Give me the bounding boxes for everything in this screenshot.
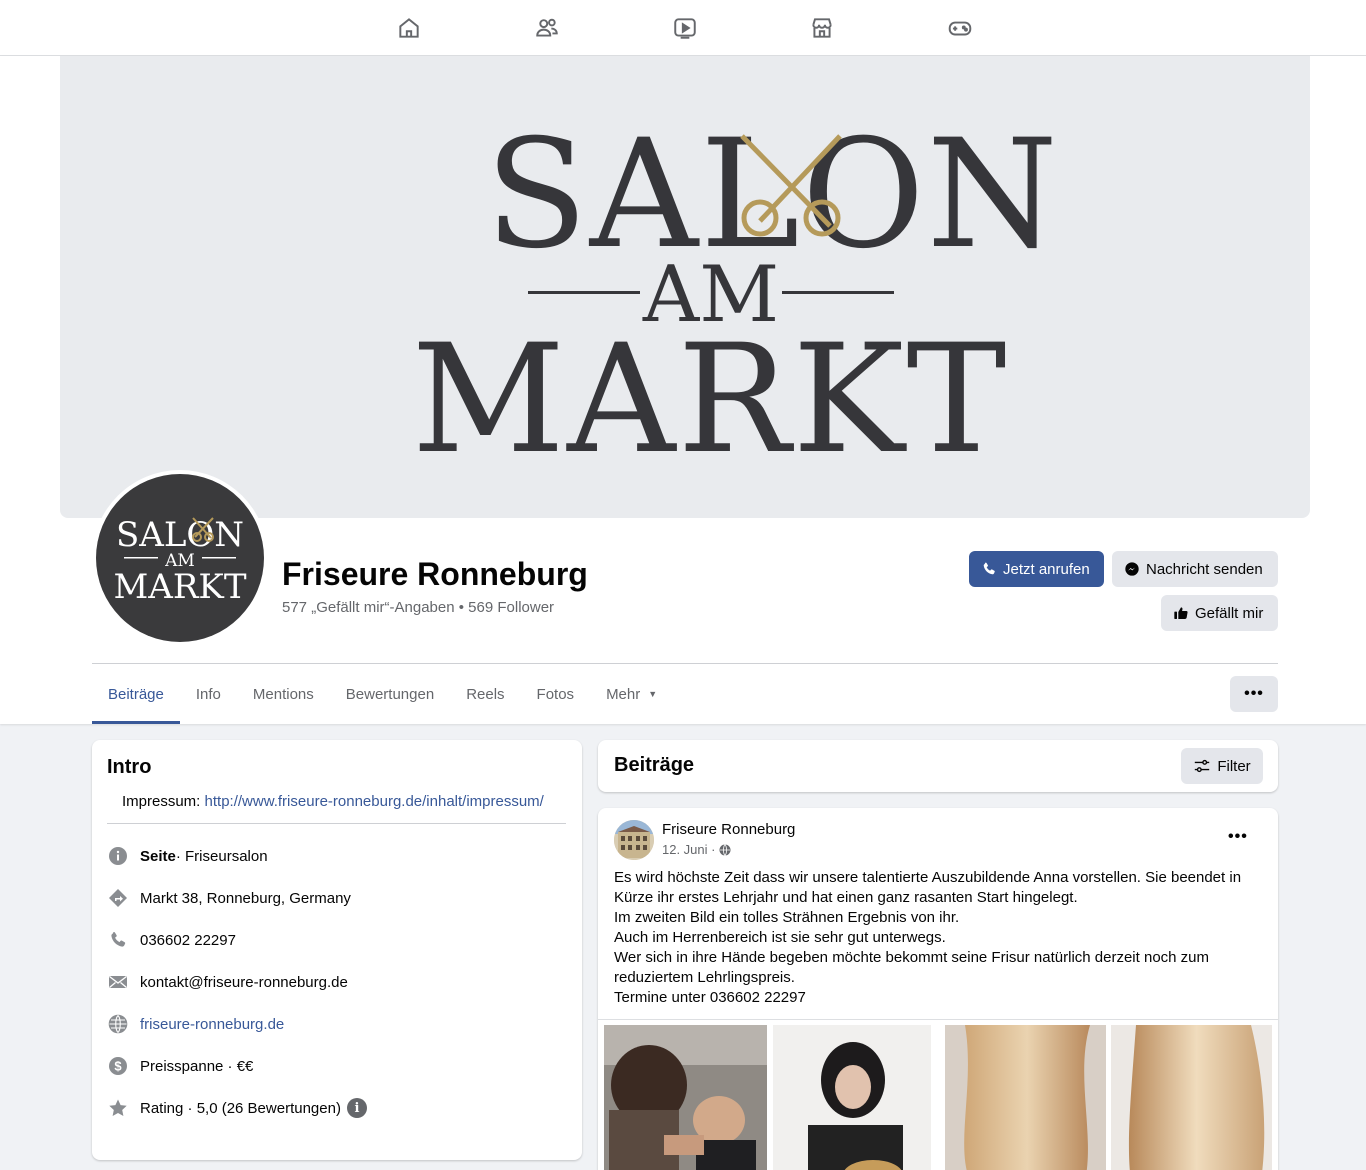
post-image[interactable] — [604, 1025, 767, 1170]
globe-icon — [107, 1013, 129, 1035]
tab-label: Info — [195, 685, 221, 703]
post-date: 12. Juni · — [662, 842, 731, 857]
post-card: Friseure Ronneburg 12. Juni · ••• Es wir… — [598, 808, 1278, 1170]
tab-label: Beiträge — [108, 685, 164, 703]
email-text: kontakt@friseure-ronneburg.de — [140, 973, 348, 991]
intro-card: Intro Impressum: http://www.friseure-ron… — [92, 740, 582, 1160]
globe-icon — [719, 843, 731, 856]
price-text: Preisspanne · €€ — [140, 1057, 254, 1075]
post-line: Termine unter 036602 22297 — [614, 989, 806, 1006]
post-image[interactable] — [773, 1025, 931, 1170]
message-button-label: Nachricht senden — [1146, 560, 1263, 578]
tab-bewertungen[interactable]: Bewertungen — [330, 664, 450, 724]
impressum: Impressum: http://www.friseure-ronneburg… — [122, 793, 544, 810]
more-options-button[interactable]: ••• — [1230, 676, 1278, 712]
thumbs-up-icon — [1174, 607, 1188, 619]
page-stats: 577 „Gefällt mir“-Angaben • 569 Follower — [282, 599, 555, 616]
post-author-avatar[interactable] — [614, 820, 654, 860]
tab-label: Fotos — [536, 685, 575, 703]
info-price: $ Preisspanne · €€ — [107, 1054, 253, 1078]
info-icon — [107, 845, 129, 867]
top-navigation — [0, 0, 1366, 56]
caret-down-icon: ▼ — [648, 689, 658, 699]
filter-button[interactable]: Filter — [1181, 748, 1263, 784]
rating-info-icon[interactable]: i — [346, 1098, 367, 1118]
star-icon — [107, 1097, 129, 1119]
intro-divider — [107, 823, 566, 824]
info-phone[interactable]: 036602 22297 — [107, 928, 236, 952]
post-image[interactable] — [1111, 1025, 1272, 1170]
directions-icon — [107, 887, 129, 909]
page-avatar[interactable]: SALON AM MARKT — [92, 470, 268, 646]
post-line: Wer sich in ihre Hände begeben möchte be… — [614, 949, 1210, 986]
info-email[interactable]: kontakt@friseure-ronneburg.de — [107, 970, 348, 994]
call-button[interactable]: Jetzt anrufen — [969, 551, 1104, 587]
like-button-label: Gefällt mir — [1195, 604, 1264, 622]
tab-info[interactable]: Info — [180, 664, 237, 724]
website-link: friseure-ronneburg.de — [140, 1015, 285, 1033]
like-button[interactable]: Gefällt mir — [1161, 595, 1278, 631]
tab-beitraege[interactable]: Beiträge — [92, 664, 180, 724]
rating-text: Rating · 5,0 (26 Bewertungen) — [140, 1099, 341, 1117]
message-button[interactable]: Nachricht senden — [1112, 551, 1278, 587]
tab-fotos[interactable]: Fotos — [521, 664, 591, 724]
info-address[interactable]: Markt 38, Ronneburg, Germany — [107, 886, 351, 910]
page-type-text: · Friseursalon — [175, 847, 268, 865]
gaming-icon[interactable] — [944, 12, 976, 44]
tab-label: Reels — [466, 685, 505, 703]
tab-reels[interactable]: Reels — [450, 664, 520, 724]
svg-text:MARKT: MARKT — [113, 567, 246, 607]
post-author[interactable]: Friseure Ronneburg — [662, 821, 795, 838]
post-text: Es wird höchste Zeit dass wir unsere tal… — [614, 868, 1264, 1008]
tab-label: Bewertungen — [345, 685, 435, 703]
post-line: Im zweiten Bild ein tolles Strähnen Erge… — [614, 909, 960, 926]
info-page-type: Seite · Friseursalon — [107, 844, 268, 868]
post-line: Auch im Herrenbereich ist sie sehr gut u… — [614, 929, 946, 946]
home-icon[interactable] — [393, 12, 425, 44]
page-title: Friseure Ronneburg — [282, 556, 588, 592]
phone-icon — [983, 562, 995, 575]
filter-label: Filter — [1217, 757, 1251, 775]
svg-text:SALON: SALON — [116, 515, 244, 555]
posts-title: Beiträge — [614, 754, 695, 776]
impressum-label: Impressum: — [122, 793, 201, 810]
intro-title: Intro — [107, 756, 152, 778]
tab-label: Mentions — [252, 685, 314, 703]
tab-mehr[interactable]: Mehr ▼ — [590, 664, 673, 724]
post-date-text[interactable]: 12. Juni · — [662, 842, 715, 857]
impressum-link[interactable]: http://www.friseure-ronneburg.de/inhalt/… — [205, 793, 544, 810]
phone-text: 036602 22297 — [140, 931, 236, 949]
page-header: SALON AM MARKT SALON AM MARKT Friseure R… — [0, 56, 1366, 724]
envelope-icon — [107, 971, 129, 993]
call-button-label: Jetzt anrufen — [1003, 560, 1090, 578]
post-options-button[interactable]: ••• — [1228, 828, 1248, 846]
phone-icon — [107, 929, 129, 951]
post-image[interactable] — [945, 1025, 1106, 1170]
marketplace-icon[interactable] — [806, 12, 838, 44]
address-text: Markt 38, Ronneburg, Germany — [140, 889, 351, 907]
info-rating: Rating · 5,0 (26 Bewertungen) i — [107, 1096, 367, 1120]
post-line: Es wird höchste Zeit dass wir unsere tal… — [614, 869, 1242, 906]
logo-line-markt: MARKT — [412, 313, 1009, 487]
page-tabs: Beiträge Info Mentions Bewertungen Reels… — [92, 664, 673, 724]
post-images — [598, 1019, 1278, 1170]
tab-label: Mehr — [606, 685, 641, 703]
tab-mentions[interactable]: Mentions — [237, 664, 330, 724]
info-website[interactable]: friseure-ronneburg.de — [107, 1012, 284, 1036]
posts-header-card: Beiträge Filter — [598, 740, 1278, 792]
salon-logo: SALON AM MARKT — [412, 108, 1058, 487]
page-type-bold: Seite — [140, 847, 176, 865]
friends-icon[interactable] — [531, 12, 563, 44]
svg-text:$: $ — [114, 1059, 122, 1074]
watch-icon[interactable] — [669, 12, 701, 44]
dollar-icon: $ — [107, 1055, 129, 1077]
cover-photo[interactable]: SALON AM MARKT — [60, 56, 1310, 518]
messenger-icon — [1125, 562, 1139, 576]
filter-icon — [1195, 759, 1210, 773]
